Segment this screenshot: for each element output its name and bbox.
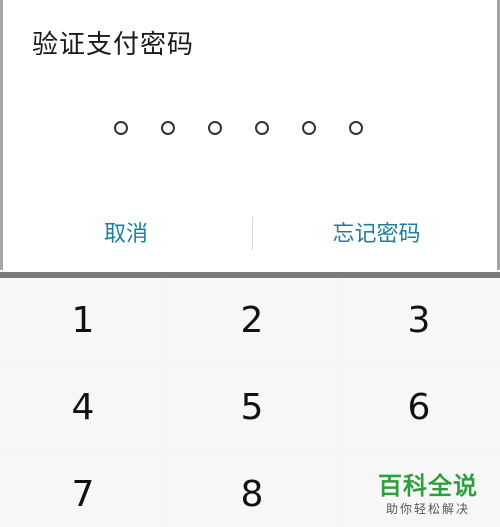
key-label: 7 bbox=[71, 474, 95, 515]
pin-dot bbox=[161, 121, 175, 135]
pin-indicator bbox=[114, 121, 363, 135]
key-label: 2 bbox=[240, 300, 264, 341]
key-1[interactable]: 1 bbox=[0, 278, 166, 364]
pin-dot bbox=[349, 121, 363, 135]
watermark-logo: 百科全说 助你轻松解决 bbox=[368, 471, 488, 517]
watermark-title: 百科全说 bbox=[378, 472, 478, 500]
key-label: 8 bbox=[240, 474, 264, 515]
key-7[interactable]: 7 bbox=[0, 451, 166, 527]
key-8[interactable]: 8 bbox=[167, 451, 337, 527]
key-2[interactable]: 2 bbox=[167, 278, 337, 364]
forgot-password-button[interactable]: 忘记密码 bbox=[253, 207, 500, 263]
pin-dot bbox=[208, 121, 222, 135]
key-4[interactable]: 4 bbox=[0, 365, 166, 450]
key-3[interactable]: 3 bbox=[338, 278, 500, 364]
watermark-subtitle: 助你轻松解决 bbox=[385, 502, 470, 516]
pin-dot bbox=[114, 121, 128, 135]
left-edge-shade bbox=[0, 0, 3, 270]
key-label: 3 bbox=[407, 300, 431, 341]
payment-password-screen: 验证支付密码 取消 忘记密码 1 2 3 4 5 6 7 8 百科全说 助你轻松… bbox=[0, 0, 500, 527]
pin-dot bbox=[255, 121, 269, 135]
key-label: 1 bbox=[71, 300, 95, 341]
dialog-actions: 取消 忘记密码 bbox=[0, 207, 500, 263]
key-5[interactable]: 5 bbox=[167, 365, 337, 450]
pin-dot bbox=[302, 121, 316, 135]
key-6[interactable]: 6 bbox=[338, 365, 500, 450]
key-label: 4 bbox=[71, 386, 95, 428]
dialog-title: 验证支付密码 bbox=[32, 30, 195, 60]
key-label: 6 bbox=[407, 386, 431, 428]
key-label: 5 bbox=[240, 386, 264, 428]
verify-password-dialog: 验证支付密码 取消 忘记密码 bbox=[0, 0, 500, 272]
cancel-button[interactable]: 取消 bbox=[0, 207, 252, 263]
